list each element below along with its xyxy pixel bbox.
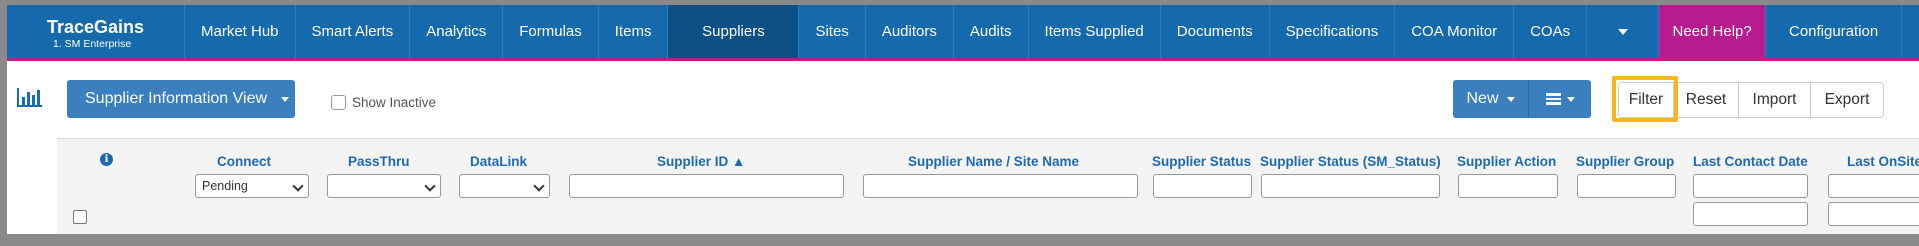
nav-item-analytics[interactable]: Analytics — [409, 5, 502, 58]
nav-item-smart-alerts[interactable]: Smart Alerts — [294, 5, 410, 58]
chevron-down-icon — [424, 180, 436, 192]
supplier-status-sm-filter-input[interactable] — [1261, 174, 1440, 198]
nav-item-specifications[interactable]: Specifications — [1268, 5, 1395, 58]
user-menu-button[interactable] — [1901, 5, 1919, 58]
list-options-button[interactable] — [1529, 80, 1591, 118]
filter-highlight — [1612, 76, 1678, 122]
last-contact-date-from-input[interactable] — [1693, 174, 1808, 198]
import-button[interactable]: Import — [1738, 83, 1810, 117]
chevron-down-icon — [533, 180, 545, 192]
new-button[interactable]: New — [1453, 80, 1529, 118]
supplier-id-filter-input[interactable] — [569, 174, 844, 198]
supplier-group-filter-input[interactable] — [1577, 174, 1676, 198]
nav-item-audits[interactable]: Audits — [952, 5, 1028, 58]
caret-down-icon — [281, 96, 290, 102]
caret-down-icon — [1617, 28, 1628, 35]
supplier-status-filter-input[interactable] — [1153, 174, 1252, 198]
nav-item-market-hub[interactable]: Market Hub — [184, 5, 295, 58]
last-contact-date-to-input[interactable] — [1693, 202, 1808, 226]
brand-logo[interactable]: TraceGains 1. SM Enterprise — [47, 17, 144, 51]
column-header-supplier-group[interactable]: Supplier Group — [1576, 154, 1674, 169]
bar-chart-icon[interactable] — [17, 88, 42, 108]
nav-items: Market Hub Smart Alerts Analytics Formul… — [184, 5, 1919, 58]
last-onsite-to-input[interactable] — [1828, 202, 1919, 226]
column-header-passthru[interactable]: PassThru — [348, 154, 410, 169]
nav-more-dropdown[interactable] — [1586, 5, 1658, 58]
column-header-supplier-status-sm[interactable]: Supplier Status (SM_Status) — [1260, 154, 1441, 169]
nav-item-items-supplied[interactable]: Items Supplied — [1027, 5, 1160, 58]
supplier-action-filter-input[interactable] — [1458, 174, 1558, 198]
column-header-supplier-id[interactable]: Supplier ID ▲ — [657, 154, 745, 169]
nav-item-sites[interactable]: Sites — [798, 5, 864, 58]
show-inactive-toggle[interactable]: Show Inactive — [331, 95, 436, 110]
column-header-supplier-name[interactable]: Supplier Name / Site Name — [908, 154, 1079, 169]
column-header-last-onsite[interactable]: Last OnSite — [1847, 154, 1919, 169]
nav-item-auditors[interactable]: Auditors — [864, 5, 953, 58]
nav-item-documents[interactable]: Documents — [1159, 5, 1269, 58]
passthru-filter-select[interactable] — [327, 174, 441, 198]
nav-item-coas[interactable]: COAs — [1513, 5, 1586, 58]
view-selector-label: Supplier Information View — [85, 90, 268, 107]
last-onsite-from-input[interactable] — [1828, 174, 1919, 198]
supplier-grid-header: i Connect Pending PassThru DataLink Supp… — [57, 138, 1919, 234]
column-header-connect[interactable]: Connect — [217, 154, 271, 169]
view-selector-button[interactable]: Supplier Information View — [67, 80, 295, 118]
nav-item-configuration[interactable]: Configuration — [1765, 5, 1901, 58]
supplier-name-filter-input[interactable] — [863, 174, 1138, 198]
column-header-supplier-action[interactable]: Supplier Action — [1457, 154, 1556, 169]
chevron-down-icon — [292, 180, 304, 192]
need-help-button[interactable]: Need Help? — [1658, 5, 1766, 58]
datalink-filter-select[interactable] — [459, 174, 550, 198]
column-header-supplier-status[interactable]: Supplier Status — [1152, 154, 1251, 169]
show-inactive-label: Show Inactive — [352, 95, 437, 110]
info-icon[interactable]: i — [100, 153, 113, 166]
app-window: TraceGains 1. SM Enterprise Market Hub S… — [7, 5, 1919, 234]
connect-filter-value: Pending — [202, 179, 248, 193]
column-header-last-contact-date[interactable]: Last Contact Date — [1693, 154, 1808, 169]
list-icon — [1545, 91, 1561, 107]
nav-item-formulas[interactable]: Formulas — [502, 5, 598, 58]
new-button-group: New — [1453, 80, 1591, 118]
top-nav: TraceGains 1. SM Enterprise Market Hub S… — [7, 5, 1919, 61]
nav-item-suppliers[interactable]: Suppliers — [667, 5, 799, 58]
reset-button[interactable]: Reset — [1673, 83, 1738, 117]
new-button-label: New — [1466, 90, 1499, 107]
brand-name: TraceGains — [47, 17, 145, 37]
select-all-checkbox[interactable] — [73, 210, 87, 224]
show-inactive-checkbox[interactable] — [331, 95, 346, 110]
caret-down-icon — [1506, 96, 1515, 102]
brand-subtitle: 1. SM Enterprise — [53, 38, 132, 50]
nav-item-items[interactable]: Items — [597, 5, 668, 58]
connect-filter-select[interactable]: Pending — [195, 174, 309, 198]
caret-down-icon — [1566, 96, 1575, 102]
nav-item-coa-monitor[interactable]: COA Monitor — [1394, 5, 1513, 58]
column-header-datalink[interactable]: DataLink — [470, 154, 527, 169]
export-button[interactable]: Export — [1810, 83, 1883, 117]
